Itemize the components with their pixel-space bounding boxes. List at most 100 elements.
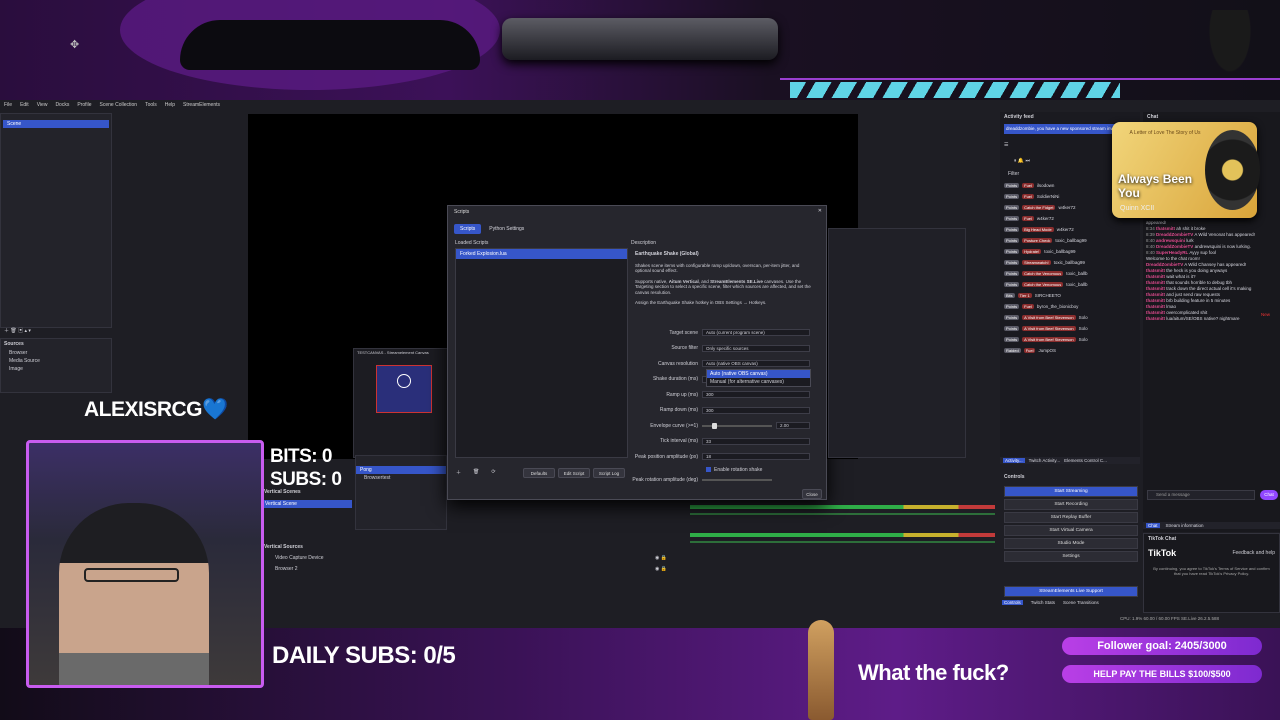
- chat-user[interactable]: thatsmitt: [1156, 226, 1175, 231]
- feed-badge: Points: [1004, 259, 1020, 265]
- chat-tab[interactable]: Chat: [1146, 523, 1160, 528]
- script-item[interactable]: Forked Explosion.lua: [456, 249, 627, 259]
- feed-tab[interactable]: Activity...: [1003, 458, 1025, 463]
- start-replay-buffer-button[interactable]: Start Replay Buffer: [1004, 512, 1138, 523]
- feed-tab[interactable]: Elements Control C...: [1064, 458, 1107, 463]
- edit-script-button[interactable]: Edit Script: [558, 468, 590, 478]
- visibility-icon[interactable]: ◉ 🔒: [655, 566, 667, 572]
- chat-user[interactable]: thatsmitt: [1146, 316, 1165, 321]
- canvas-resolution-dropdown: Auto (native OBS canvas) Manual (for alt…: [706, 369, 811, 387]
- chat-user[interactable]: thatsmitt: [1146, 310, 1165, 315]
- tick-interval-input[interactable]: 33: [702, 437, 810, 445]
- menu-view[interactable]: View: [37, 102, 48, 108]
- defaults-button[interactable]: Defaults: [523, 468, 555, 478]
- volume-slider[interactable]: [690, 541, 995, 543]
- vertical-sources-header: Vertical Sources: [264, 544, 303, 550]
- chat-user[interactable]: thatsmitt: [1146, 280, 1165, 285]
- chat-user[interactable]: DreaddZombieTV: [1146, 262, 1183, 267]
- envelope-slider[interactable]: [702, 422, 772, 429]
- menu-file[interactable]: File: [4, 102, 12, 108]
- source-item[interactable]: Media Source: [1, 357, 111, 365]
- controls-tab[interactable]: Twitch Stats: [1031, 600, 1055, 605]
- menu-tools[interactable]: Tools: [145, 102, 157, 108]
- testcanvas-preview[interactable]: [376, 365, 432, 413]
- feed-row[interactable]: Points Hydrate! toxic_ballbag99: [1000, 246, 1140, 257]
- chat-text: lurk: [1186, 238, 1194, 243]
- controls-tab[interactable]: Controls: [1002, 600, 1023, 605]
- vertical-scene-item[interactable]: Vertical Scene: [262, 500, 352, 508]
- chat-user[interactable]: DreaddZombieTV: [1156, 232, 1193, 237]
- studio-mode-button[interactable]: Studio Mode: [1004, 538, 1138, 549]
- dropdown-option[interactable]: Auto (native OBS canvas): [707, 370, 810, 378]
- feed-row[interactable]: Points Fuel byron_the_bionicboy: [1000, 301, 1140, 312]
- settings-button[interactable]: Settings: [1004, 551, 1138, 562]
- checkbox[interactable]: [706, 467, 711, 472]
- tab-scripts[interactable]: Scripts: [454, 224, 482, 234]
- feed-row[interactable]: Points Big Head Mode w4ker72: [1000, 224, 1140, 235]
- chat-send-button[interactable]: Chat: [1260, 490, 1278, 500]
- mini-scene-item[interactable]: Browsertest: [356, 474, 446, 482]
- feed-row[interactable]: Points A Visit from Beef Stevenson Solo: [1000, 334, 1140, 345]
- ramp-up-input[interactable]: 300: [702, 391, 810, 399]
- scene-item[interactable]: Scene: [3, 120, 109, 128]
- feed-row[interactable]: Points A Visit from Beef Stevenson Solo: [1000, 323, 1140, 334]
- trash-icon[interactable]: 🗑: [473, 469, 479, 476]
- se-support-button[interactable]: StreamElements Live Support: [1004, 586, 1138, 597]
- peak-amplitude-input[interactable]: 18: [702, 453, 810, 461]
- source-item[interactable]: Browser: [1, 349, 111, 357]
- target-scene-select[interactable]: Auto (current program scene): [702, 329, 810, 337]
- menu-streamelements[interactable]: StreamElements: [183, 102, 220, 108]
- menu-help[interactable]: Help: [165, 102, 175, 108]
- chat-tab[interactable]: Stream information: [1166, 523, 1204, 528]
- dropdown-option[interactable]: Manual (for alternative canvases): [707, 378, 810, 386]
- menu-scene-collection[interactable]: Scene Collection: [100, 102, 138, 108]
- chat-input[interactable]: Send a message: [1147, 490, 1255, 500]
- feed-tab[interactable]: Twitch Activity...: [1029, 458, 1060, 463]
- feed-tag: Streamwatch!: [1022, 259, 1051, 265]
- chat-user[interactable]: thatsmitt: [1146, 274, 1165, 279]
- reload-icon[interactable]: ⟳: [491, 469, 495, 476]
- canvas-resolution-select[interactable]: Auto (native OBS canvas): [702, 360, 810, 368]
- feed-badge: Raided: [1004, 347, 1021, 353]
- chat-user[interactable]: andrewsquini: [1156, 238, 1185, 243]
- visibility-icon[interactable]: ◉ 🔒: [655, 555, 667, 561]
- source-filter-select[interactable]: Only specific sources: [702, 344, 810, 352]
- menu-docks[interactable]: Docks: [55, 102, 69, 108]
- rotation-slider[interactable]: [702, 478, 772, 481]
- source-item[interactable]: Image: [1, 365, 111, 373]
- chat-user[interactable]: thatsmitt: [1146, 304, 1165, 309]
- feed-row[interactable]: Points Catch the Venomous toxic_ballb: [1000, 268, 1140, 279]
- feed-row[interactable]: Points A Visit from Beef Stevenson Solo: [1000, 312, 1140, 323]
- menu-edit[interactable]: Edit: [20, 102, 29, 108]
- sources-header: Sources: [4, 341, 24, 347]
- feed-row[interactable]: Raided Fuel JumpOS: [1000, 345, 1140, 356]
- add-icon[interactable]: ＋: [456, 469, 461, 476]
- tiktok-feedback[interactable]: Feedback and help: [1232, 550, 1275, 556]
- chat-user[interactable]: SuperHeadyRL: [1156, 250, 1188, 255]
- close-button[interactable]: Close: [802, 489, 822, 499]
- chat-text: Ayyy sup fool: [1189, 250, 1216, 255]
- chat-user[interactable]: thatsmitt: [1146, 292, 1165, 297]
- feed-row[interactable]: Points Streamwatch! toxic_ballbag99: [1000, 257, 1140, 268]
- feed-row[interactable]: Bits Tier 1 SIRCHEETO: [1000, 290, 1140, 301]
- vertical-source-item[interactable]: Video Capture Device: [275, 555, 324, 561]
- ramp-down-input[interactable]: 300: [702, 406, 810, 414]
- start-recording-button[interactable]: Start Recording: [1004, 499, 1138, 510]
- close-icon[interactable]: ✕: [818, 208, 822, 214]
- streamer-name: ALEXISRCG💙: [84, 398, 228, 422]
- chat-user[interactable]: thatsmitt: [1146, 286, 1165, 291]
- feed-row[interactable]: Points Posture Check toxic_ballbag99: [1000, 235, 1140, 246]
- start-virtual-camera-button[interactable]: Start Virtual Camera: [1004, 525, 1138, 536]
- start-streaming-button[interactable]: Start Streaming: [1004, 486, 1138, 497]
- feed-row[interactable]: Points Catch the Venomous toxic_ballb: [1000, 279, 1140, 290]
- envelope-input[interactable]: 2.00: [776, 422, 810, 430]
- chat-user[interactable]: thatsmitt: [1146, 268, 1165, 273]
- chat-user[interactable]: thatsmitt: [1146, 298, 1165, 303]
- mini-scene-item[interactable]: Pong: [356, 466, 446, 474]
- menu-profile[interactable]: Profile: [77, 102, 91, 108]
- slider-handle[interactable]: [712, 422, 717, 429]
- tab-python-settings[interactable]: Python Settings: [483, 224, 530, 234]
- chat-user[interactable]: DreaddZombieTV: [1156, 244, 1193, 249]
- vertical-source-item[interactable]: Browser 2: [275, 566, 298, 572]
- controls-tab[interactable]: Scene Transitions: [1063, 600, 1099, 605]
